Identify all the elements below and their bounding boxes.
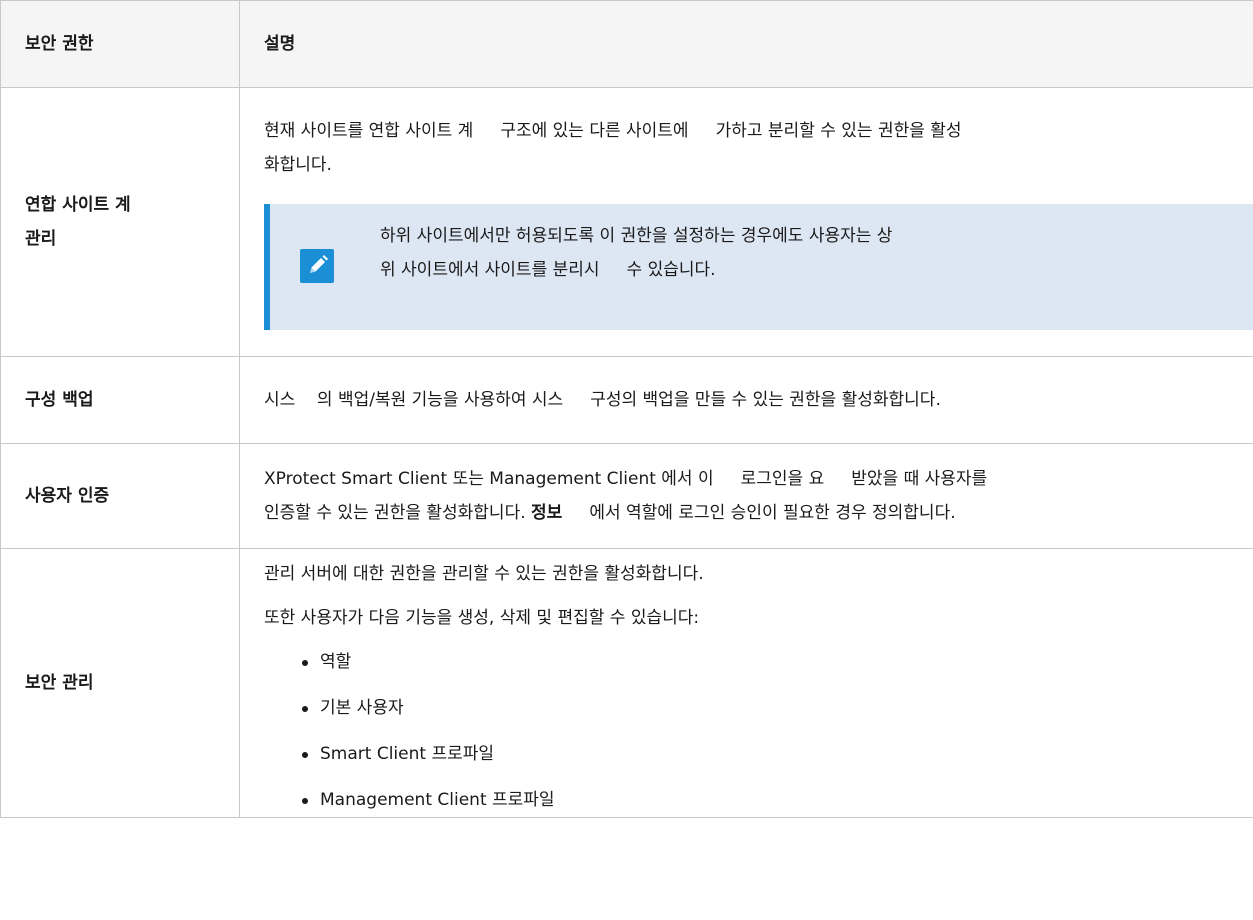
description-line: 현재 사이트를 연합 사이트 계 구조에 있는 다른 사이트에 가하고 분리할 …: [264, 121, 962, 141]
description-line: 화합니다.: [264, 155, 332, 175]
table-row: 보안 관리 관리 서버에 대한 권한을 관리할 수 있는 권한을 활성화합니다.…: [0, 548, 1253, 818]
security-permissions-table: 보안 권한 설명 연합 사이트 계 관리 현재 사이트를 연합 사이트 계 구조…: [0, 0, 1253, 818]
note-box: 하위 사이트에서만 허용되도록 이 권한을 설정하는 경우에도 사용자는 상 위…: [264, 204, 1253, 330]
pencil-icon: [300, 249, 334, 283]
list-item: Management Client 프로파일: [302, 783, 1253, 817]
note-line: 하위 사이트에서만 허용되도록 이 권한을 설정하는 경우에도 사용자는 상: [380, 226, 893, 246]
permission-description-cell: 시스 의 백업/복원 기능을 사용하여 시스 구성의 백업을 만들 수 있는 권…: [239, 356, 1253, 444]
permission-description-cell: 현재 사이트를 연합 사이트 계 구조에 있는 다른 사이트에 가하고 분리할 …: [239, 87, 1253, 357]
permission-name-line: 연합 사이트 계: [25, 195, 131, 215]
permission-name-cell: 연합 사이트 계 관리: [0, 87, 240, 357]
permission-name-cell: 보안 관리: [0, 548, 240, 818]
note-text: 하위 사이트에서만 허용되도록 이 권한을 설정하는 경우에도 사용자는 상 위…: [380, 219, 1164, 287]
list-item: 역할: [302, 645, 1253, 679]
list-item: 기본 사용자: [302, 691, 1253, 725]
note-line: 위 사이트에서 사이트를 분리시 수 있습니다.: [380, 260, 716, 280]
table-row: 사용자 인증 XProtect Smart Client 또는 Manageme…: [0, 443, 1253, 549]
feature-list: 역할 기본 사용자 Smart Client 프로파일 Management C…: [264, 645, 1253, 817]
permission-description-cell: XProtect Smart Client 또는 Management Clie…: [239, 443, 1253, 549]
info-term: 정보: [531, 503, 563, 523]
permission-name-line: 관리: [25, 229, 57, 249]
table-row: 연합 사이트 계 관리 현재 사이트를 연합 사이트 계 구조에 있는 다른 사…: [0, 87, 1253, 357]
description-text: 인증할 수 있는 권한을 활성화합니다.: [264, 503, 526, 523]
description-line: 인증할 수 있는 권한을 활성화합니다. 정보 에서 역할에 로그인 승인이 필…: [264, 496, 1253, 530]
description-text: 에서 역할에 로그인 승인이 필요한 경우 정의합니다.: [589, 503, 956, 523]
list-item: Smart Client 프로파일: [302, 737, 1253, 771]
table-header-row: 보안 권한 설명: [0, 0, 1253, 88]
header-permission: 보안 권한: [0, 0, 240, 88]
permission-description-cell: 관리 서버에 대한 권한을 관리할 수 있는 권한을 활성화합니다. 또한 사용…: [239, 548, 1253, 818]
description-line: 시스 의 백업/복원 기능을 사용하여 시스 구성의 백업을 만들 수 있는 권…: [264, 390, 941, 410]
permission-name-cell: 구성 백업: [0, 356, 240, 444]
permission-name-cell: 사용자 인증: [0, 443, 240, 549]
table-row: 구성 백업 시스 의 백업/복원 기능을 사용하여 시스 구성의 백업을 만들 …: [0, 356, 1253, 444]
description-paragraph: 또한 사용자가 다음 기능을 생성, 삭제 및 편집할 수 있습니다:: [264, 608, 700, 628]
description-line: XProtect Smart Client 또는 Management Clie…: [264, 469, 988, 489]
document-page: 보안 권한 설명 연합 사이트 계 관리 현재 사이트를 연합 사이트 계 구조…: [0, 0, 1253, 920]
header-description: 설명: [239, 0, 1253, 88]
description-paragraph: 관리 서버에 대한 권한을 관리할 수 있는 권한을 활성화합니다.: [264, 564, 704, 584]
